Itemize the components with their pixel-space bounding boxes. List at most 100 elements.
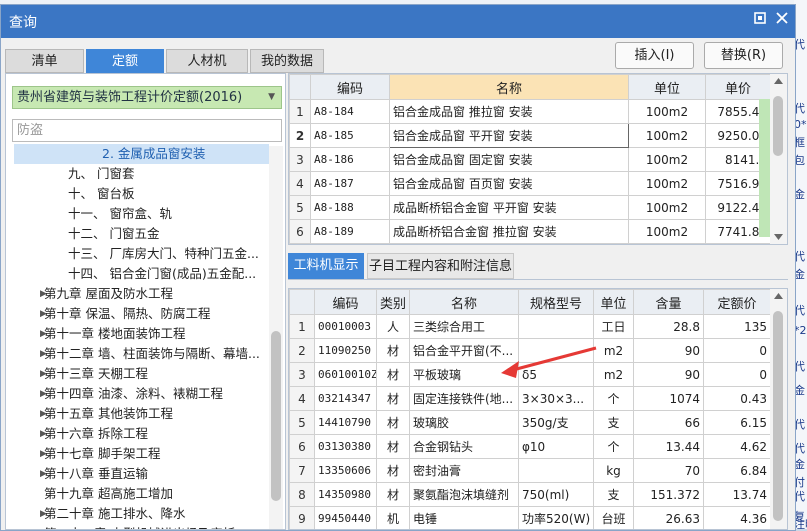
tree-item[interactable]: 第十九章 超高施工增加 <box>6 484 268 504</box>
tree-item[interactable]: ▶ 第十四章 油漆、涂料、裱糊工程 <box>6 384 268 404</box>
table-row[interactable]: 4 A8-187 铝合金成品窗 百页窗 安装 100m2 7516.93 <box>289 171 771 196</box>
tree-item[interactable]: 2. 金属成品窗安装 <box>14 144 269 164</box>
table-cell[interactable]: 工日 <box>593 314 634 339</box>
table-cell[interactable]: 4.62 <box>703 434 771 459</box>
column-header[interactable]: 单位 <box>593 289 634 315</box>
table-cell[interactable]: 1 <box>289 99 311 124</box>
table-row[interactable]: 6 A8-189 成品断桥铝合金窗 推拉窗 安装 100m2 7741.88 <box>289 219 771 244</box>
replace-button[interactable]: 替换(R) <box>704 42 783 69</box>
table-cell[interactable]: 14410790 <box>314 410 377 435</box>
table-cell[interactable]: 13350606 <box>314 458 377 483</box>
table-cell[interactable]: 0 <box>703 362 771 387</box>
column-header[interactable]: 定额价 <box>703 289 771 315</box>
column-header[interactable]: 单位 <box>628 74 706 100</box>
table-cell[interactable]: 5 <box>289 410 315 435</box>
table-cell[interactable]: 100m2 <box>628 219 706 244</box>
tree-item[interactable]: ▶ 第九章 屋面及防水工程 <box>6 284 268 304</box>
table-cell[interactable]: 03130380 <box>314 434 377 459</box>
table-cell[interactable]: 成品断桥铝合金窗 推拉窗 安装 <box>389 219 629 244</box>
materials-table-scrollbar[interactable] <box>770 289 787 529</box>
column-header[interactable] <box>289 289 315 315</box>
table-cell[interactable]: 1 <box>289 314 315 339</box>
close-icon[interactable] <box>773 11 791 29</box>
table-cell[interactable]: 个 <box>593 386 634 411</box>
column-header[interactable]: 规格型号 <box>518 289 594 315</box>
table-cell[interactable]: 9 <box>289 506 315 529</box>
table-cell[interactable]: 28.8 <box>633 314 704 339</box>
table-cell[interactable]: 66 <box>633 410 704 435</box>
table-row[interactable]: 1 00010003 人三类综合用工 工日 28.8 135 <box>289 314 771 339</box>
tree-item[interactable]: 十、 窗台板 <box>6 184 268 204</box>
table-cell[interactable]: φ10 <box>518 434 594 459</box>
table-cell[interactable]: 材 <box>376 410 410 435</box>
table-cell[interactable]: 99450440 <box>314 506 377 529</box>
table-cell[interactable]: 5 <box>289 195 311 220</box>
table-cell[interactable]: 00010003 <box>314 314 377 339</box>
column-header[interactable]: 名称 <box>389 74 629 100</box>
table-cell[interactable]: 铝合金成品窗 百页窗 安装 <box>389 171 629 196</box>
table-cell[interactable]: 0.43 <box>703 386 771 411</box>
table-cell[interactable]: 材 <box>376 362 410 387</box>
table-cell[interactable]: 个 <box>593 434 634 459</box>
table-cell[interactable]: 100m2 <box>628 147 706 172</box>
column-header[interactable] <box>289 74 311 100</box>
table-cell[interactable]: 支 <box>593 410 634 435</box>
table-cell[interactable]: 材 <box>376 338 410 363</box>
tree-item[interactable]: ▶第二十一章 大型机械进出场及安拆 <box>6 524 268 529</box>
table-cell[interactable]: 功率520(W) <box>518 506 594 529</box>
column-header[interactable]: 编码 <box>310 74 390 100</box>
tree-item[interactable]: ▶ 第十五章 其他装饰工程 <box>6 404 268 424</box>
tree-item[interactable]: ▶ 第十七章 脚手架工程 <box>6 444 268 464</box>
table-cell[interactable]: 材 <box>376 386 410 411</box>
table-cell[interactable]: 2 <box>289 338 315 363</box>
table-row[interactable]: 4 03214347 材固定连接铁件(地... 3×30×3... 个 1074 0.43 <box>289 386 771 411</box>
table-cell[interactable]: 材 <box>376 482 410 507</box>
table-cell[interactable]: 7 <box>289 243 311 244</box>
table-cell[interactable] <box>518 458 594 483</box>
table-cell[interactable]: 机 <box>376 506 410 529</box>
table-row[interactable]: 1 A8-184 铝合金成品窗 推拉窗 安装 100m2 7855.43 <box>289 99 771 124</box>
table-cell[interactable]: A8-189 <box>310 219 390 244</box>
table-cell[interactable]: 100m2 <box>628 99 706 124</box>
tree-item[interactable]: ▶ 第十三章 天棚工程 <box>6 364 268 384</box>
pin-icon[interactable] <box>751 11 769 29</box>
table-row[interactable]: 2 A8-185 铝合金成品窗 平开窗 安装 100m2 9250.04 <box>289 123 771 148</box>
tab-bill[interactable]: 清单 <box>5 49 84 73</box>
table-cell[interactable]: 聚氨酯泡沫填缝剂 <box>409 482 519 507</box>
table-cell[interactable]: 8 <box>289 482 315 507</box>
tree-scrollbar[interactable] <box>269 146 283 529</box>
table-cell[interactable]: 2 <box>289 123 311 148</box>
table-row[interactable]: 5 14410790 材玻璃胶 350g/支支 66 6.15 <box>289 410 771 435</box>
table-row[interactable]: 5 A8-188 成品断桥铝合金窗 平开窗 安装 100m2 9122.41 <box>289 195 771 220</box>
table-cell[interactable]: 玻璃胶 <box>409 410 519 435</box>
scroll-up-icon[interactable] <box>774 78 783 84</box>
scrollbar-thumb[interactable] <box>773 311 783 521</box>
table-cell[interactable]: 0 <box>703 338 771 363</box>
table-cell[interactable]: 7993.62 <box>705 243 771 244</box>
table-cell[interactable]: A8-184 <box>310 99 390 124</box>
tree-item[interactable]: ▶ 第十六章 拆除工程 <box>6 424 268 444</box>
column-header[interactable]: 名称 <box>409 289 519 315</box>
table-cell[interactable]: 铝合金成品窗 固定窗 安装 <box>389 147 629 172</box>
table-cell[interactable] <box>518 338 594 363</box>
tree-item[interactable]: 十三、 厂库房大门、特种门五金... <box>6 244 268 264</box>
table-cell[interactable]: 13.74 <box>703 482 771 507</box>
table-cell[interactable]: 材 <box>376 458 410 483</box>
table-row[interactable]: 8 14350980 材聚氨酯泡沫填缝剂 750(ml) 支 151.372 13.74 <box>289 482 771 507</box>
table-cell[interactable]: 350g/支 <box>518 410 594 435</box>
table-cell[interactable]: 6.15 <box>703 410 771 435</box>
table-cell[interactable]: 固定连接铁件(地... <box>409 386 519 411</box>
scrollbar-thumb[interactable] <box>271 331 281 501</box>
table-cell[interactable]: 6 <box>289 434 315 459</box>
table-cell[interactable]: A8-186 <box>310 147 390 172</box>
table-cell[interactable]: kg <box>593 458 634 483</box>
table-cell[interactable]: 电锤 <box>409 506 519 529</box>
table-cell[interactable]: 03214347 <box>314 386 377 411</box>
tree-item[interactable]: ▶ 第十一章 楼地面装饰工程 <box>6 324 268 344</box>
tree-item[interactable]: 十二、 门窗五金 <box>6 224 268 244</box>
table-cell[interactable]: 平板玻璃 <box>409 362 519 387</box>
table-cell[interactable]: 90 <box>633 362 704 387</box>
table-row[interactable]: 3 06010010Z 材平板玻璃 δ5 m2 90 0 <box>289 362 771 387</box>
table-cell[interactable]: 6.84 <box>703 458 771 483</box>
table-cell[interactable]: 3 <box>289 362 315 387</box>
